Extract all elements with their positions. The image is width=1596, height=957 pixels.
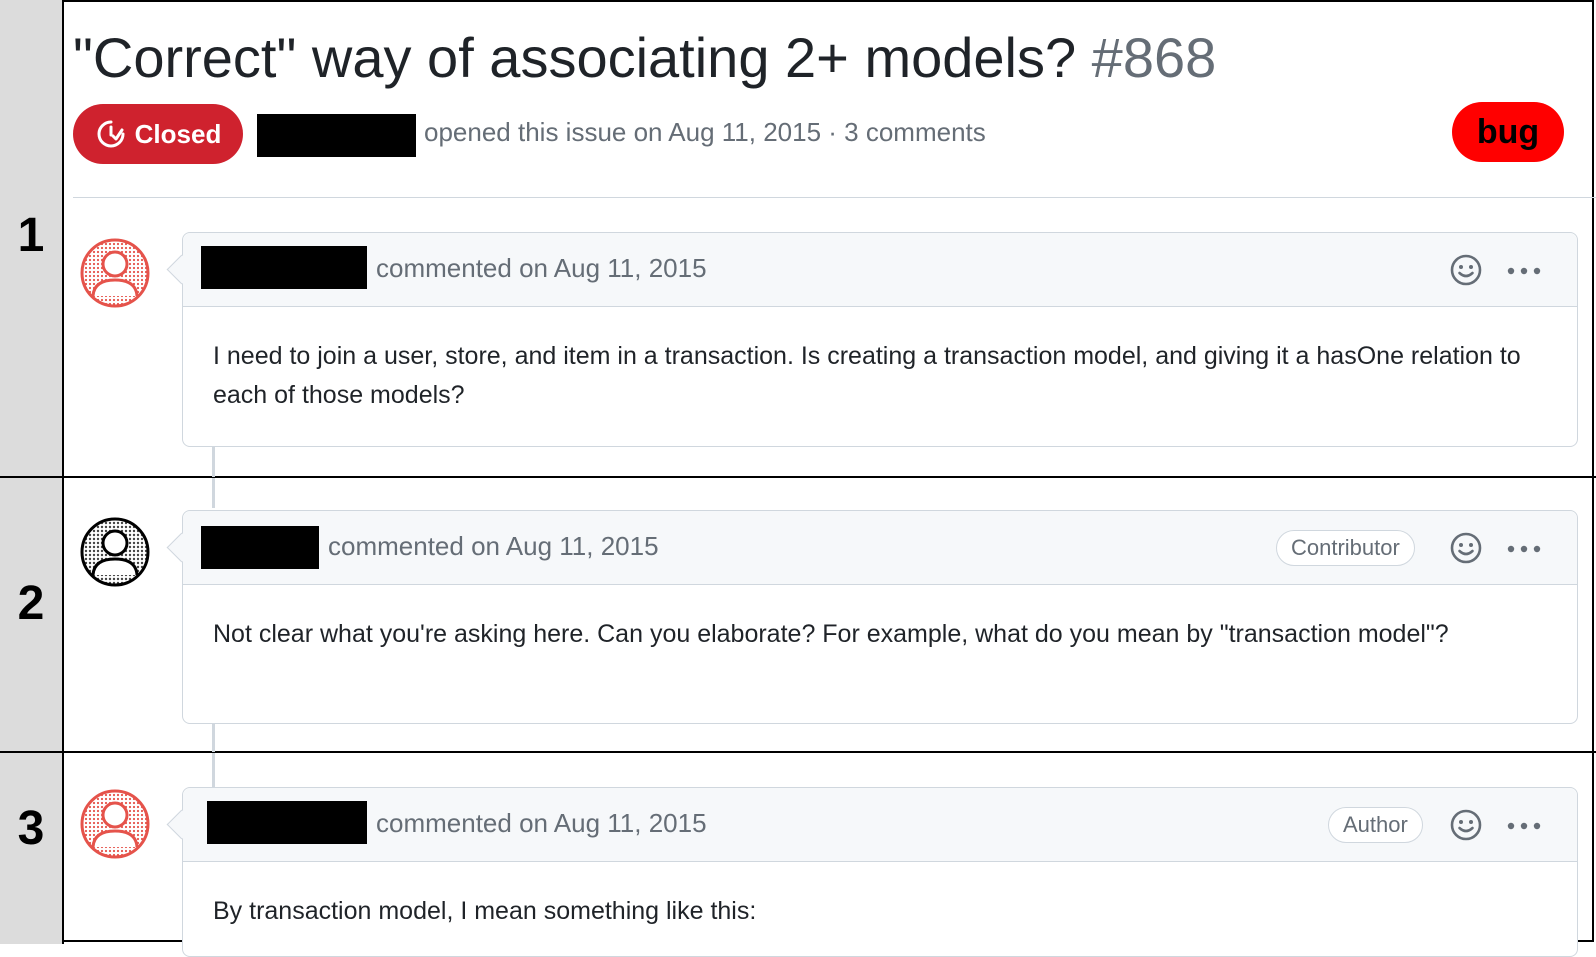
timeline-connector [212,753,215,787]
kebab-horizontal-icon[interactable] [1507,822,1541,830]
issue-meta: opened this issue on Aug 11, 2015 · 3 co… [424,117,986,147]
section-divider-2 [0,751,1596,753]
redacted-commenter-name [201,246,367,289]
timeline-connector [212,447,215,477]
comment-header: commented on Aug 11, 2015 Contributor [166,511,1577,585]
comment-body: I need to join a user, store, and item i… [213,342,1521,409]
smiley-icon[interactable] [1449,531,1483,565]
comment-header: commented on Aug 11, 2015 [166,233,1577,307]
comment-body: Not clear what you're asking here. Can y… [213,620,1449,648]
timeline-connector [212,478,215,508]
contributor-badge: Contributor [1276,530,1415,566]
redacted-commenter-name [201,526,319,569]
author-badge: Author [1328,807,1423,843]
comment-timestamp[interactable]: commented on Aug 11, 2015 [328,531,659,562]
section-number-1: 1 [17,209,45,262]
kebab-horizontal-icon[interactable] [1507,267,1541,275]
redacted-commenter-name [207,801,367,844]
redacted-author-name [257,114,416,157]
header-divider [73,197,1596,198]
user-avatar-icon[interactable] [80,238,150,308]
comment-3: commented on Aug 11, 2015 Author By tran… [166,787,1578,957]
comment-2: commented on Aug 11, 2015 Contributor No… [166,510,1578,724]
timeline-connector [212,724,215,752]
issue-number: #868 [1091,26,1217,89]
user-avatar-icon[interactable] [80,789,150,859]
issue-state-badge: Closed [73,104,243,164]
section-number-2: 2 [17,577,45,630]
comment-timestamp[interactable]: commented on Aug 11, 2015 [376,253,707,284]
section-number-3: 3 [17,802,45,855]
smiley-icon[interactable] [1449,253,1483,287]
comment-timestamp[interactable]: commented on Aug 11, 2015 [376,808,707,839]
section-divider-1 [0,476,1596,478]
issue-state-label: Closed [134,118,222,149]
user-avatar-icon[interactable] [80,517,150,587]
kebab-horizontal-icon[interactable] [1507,545,1541,553]
comment-1: commented on Aug 11, 2015 I need to join… [166,232,1578,447]
smiley-icon[interactable] [1449,808,1483,842]
comment-body: By transaction model, I mean something l… [213,897,757,925]
issue-title: "Correct" way of associating 2+ models? … [73,22,1216,94]
issue-closed-icon [97,120,125,148]
comment-header: commented on Aug 11, 2015 Author [166,788,1577,862]
label-bug[interactable]: bug [1452,102,1564,162]
issue-title-text: "Correct" way of associating 2+ models? [73,26,1077,89]
